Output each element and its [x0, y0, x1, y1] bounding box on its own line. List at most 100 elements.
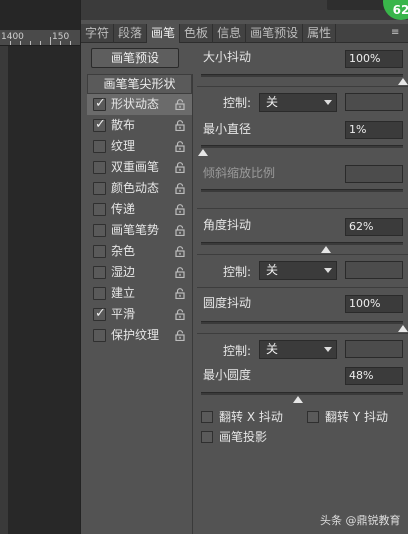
brush-option-label: 形状动态	[111, 97, 160, 111]
horizontal-ruler: 1400 150	[0, 30, 80, 46]
tab-5[interactable]: 画笔预设	[246, 24, 304, 43]
flip-y-label: 翻转 Y 抖动	[325, 410, 388, 424]
slider-thumb[interactable]	[198, 149, 209, 156]
tab-4[interactable]: 信息	[213, 24, 247, 43]
brush-option-item[interactable]: ✓ 散布	[87, 115, 192, 136]
brush-option-label: 传递	[111, 202, 136, 216]
control-field	[345, 93, 403, 111]
flip-y-jitter-checkbox[interactable]: 翻转 Y 抖动	[307, 410, 388, 425]
tab-3[interactable]: 色板	[180, 24, 214, 43]
checkbox[interactable]	[93, 287, 106, 300]
checkbox[interactable]	[93, 140, 106, 153]
lock-icon[interactable]	[175, 162, 185, 173]
brush-option-item[interactable]: 杂色	[87, 241, 192, 262]
chevron-down-icon	[324, 347, 332, 352]
lock-icon[interactable]	[175, 309, 185, 320]
lock-icon[interactable]	[175, 267, 185, 278]
min-diameter-value[interactable]: 1%	[345, 121, 403, 139]
brush-option-label: 建立	[111, 286, 136, 300]
lock-icon[interactable]	[175, 141, 185, 152]
lock-icon[interactable]	[175, 99, 185, 110]
tilt-scale-slider	[201, 189, 403, 192]
control-field	[345, 261, 403, 279]
flip-x-jitter-checkbox[interactable]: 翻转 X 抖动	[201, 410, 283, 425]
roundness-jitter-slider[interactable]	[201, 321, 408, 332]
checkbox[interactable]	[93, 224, 106, 237]
control-select-value: 关	[266, 263, 279, 277]
checkmark-icon: ✓	[95, 306, 106, 321]
lock-icon[interactable]	[175, 246, 185, 257]
checkbox[interactable]	[93, 203, 106, 216]
min-roundness-label: 最小圆度	[203, 368, 252, 382]
brush-option-item[interactable]: 双重画笔	[87, 157, 192, 178]
brush-option-item[interactable]: 画笔笔势	[87, 220, 192, 241]
checkbox[interactable]	[93, 182, 106, 195]
checkbox-box[interactable]	[307, 411, 319, 423]
slider-thumb[interactable]	[292, 396, 303, 403]
checkbox[interactable]	[93, 161, 106, 174]
tab-2[interactable]: 画笔	[147, 24, 181, 43]
brush-option-item[interactable]: 建立	[87, 283, 192, 304]
checkbox[interactable]: ✓	[93, 306, 106, 321]
brush-option-item[interactable]: 纹理	[87, 136, 192, 157]
slider-thumb[interactable]	[398, 78, 408, 85]
min-diameter-slider[interactable]	[198, 145, 403, 156]
size-jitter-value[interactable]: 100%	[345, 50, 403, 68]
brush-option-item[interactable]: ✓ 平滑	[87, 304, 192, 325]
brush-option-item[interactable]: 传递	[87, 199, 192, 220]
brush-tip-shape-header[interactable]: 画笔笔尖形状	[87, 74, 192, 94]
lock-icon[interactable]	[175, 183, 185, 194]
brush-projection-checkbox[interactable]: 画笔投影	[201, 430, 267, 445]
checkbox-box[interactable]	[201, 411, 213, 423]
checkbox[interactable]	[93, 266, 106, 279]
lock-icon[interactable]	[175, 204, 185, 215]
brush-option-item[interactable]: 颜色动态	[87, 178, 192, 199]
brush-option-label: 颜色动态	[111, 181, 160, 195]
options-bar	[0, 0, 80, 30]
brush-option-label: 双重画笔	[111, 160, 160, 174]
roundness-jitter-value[interactable]: 100%	[345, 295, 403, 313]
control-label: 控制:	[223, 344, 252, 358]
brush-option-label: 保护纹理	[111, 328, 160, 342]
control-select[interactable]: 关	[259, 261, 337, 280]
size-jitter-slider[interactable]	[201, 74, 408, 85]
roundness-jitter-label: 圆度抖动	[203, 296, 252, 310]
control-select[interactable]: 关	[259, 340, 337, 359]
brush-option-item[interactable]: 湿边	[87, 262, 192, 283]
lock-icon[interactable]	[175, 288, 185, 299]
checkbox[interactable]	[93, 245, 106, 258]
checkbox[interactable]: ✓	[93, 96, 106, 111]
checkbox[interactable]	[93, 329, 106, 342]
control-field	[345, 340, 403, 358]
brush-presets-button[interactable]: 画笔预设	[91, 48, 179, 68]
flip-x-label: 翻转 X 抖动	[219, 410, 283, 424]
brush-option-item[interactable]: ✓ 形状动态	[87, 94, 192, 115]
control-select-value: 关	[266, 95, 279, 109]
chevron-down-icon	[324, 268, 332, 273]
lock-icon[interactable]	[175, 330, 185, 341]
brush-option-label: 画笔笔势	[111, 223, 160, 237]
slider-thumb[interactable]	[321, 246, 332, 253]
angle-jitter-slider[interactable]	[201, 242, 403, 253]
lock-icon[interactable]	[175, 225, 185, 236]
checkbox[interactable]: ✓	[93, 117, 106, 132]
brush-option-label: 平滑	[111, 307, 136, 321]
tab-1[interactable]: 段落	[114, 24, 148, 43]
lock-icon[interactable]	[175, 120, 185, 131]
panel-tabs: 字符 段落 画笔 色板 信息 画笔预设 属性	[81, 24, 408, 43]
angle-jitter-label: 角度抖动	[203, 218, 252, 232]
control-select[interactable]: 关	[259, 93, 337, 112]
slider-thumb[interactable]	[398, 325, 408, 332]
brush-option-label: 散布	[111, 118, 136, 132]
brush-panel: 62 字符 段落 画笔 色板 信息 画笔预设 属性 ≡ 画笔预设 画笔笔尖形状 ✓ 形状动态 ✓…	[80, 0, 408, 534]
brush-option-label: 湿边	[111, 265, 136, 279]
min-roundness-slider[interactable]	[201, 392, 403, 403]
tab-0[interactable]: 字符	[81, 24, 115, 43]
min-roundness-value[interactable]: 48%	[345, 367, 403, 385]
brush-option-item[interactable]: 保护纹理	[87, 325, 192, 346]
panel-menu-icon[interactable]: ≡	[391, 27, 405, 38]
angle-jitter-value[interactable]: 62%	[345, 218, 403, 236]
checkbox-box[interactable]	[201, 431, 213, 443]
min-diameter-label: 最小直径	[203, 122, 252, 136]
tab-6[interactable]: 属性	[303, 24, 337, 43]
